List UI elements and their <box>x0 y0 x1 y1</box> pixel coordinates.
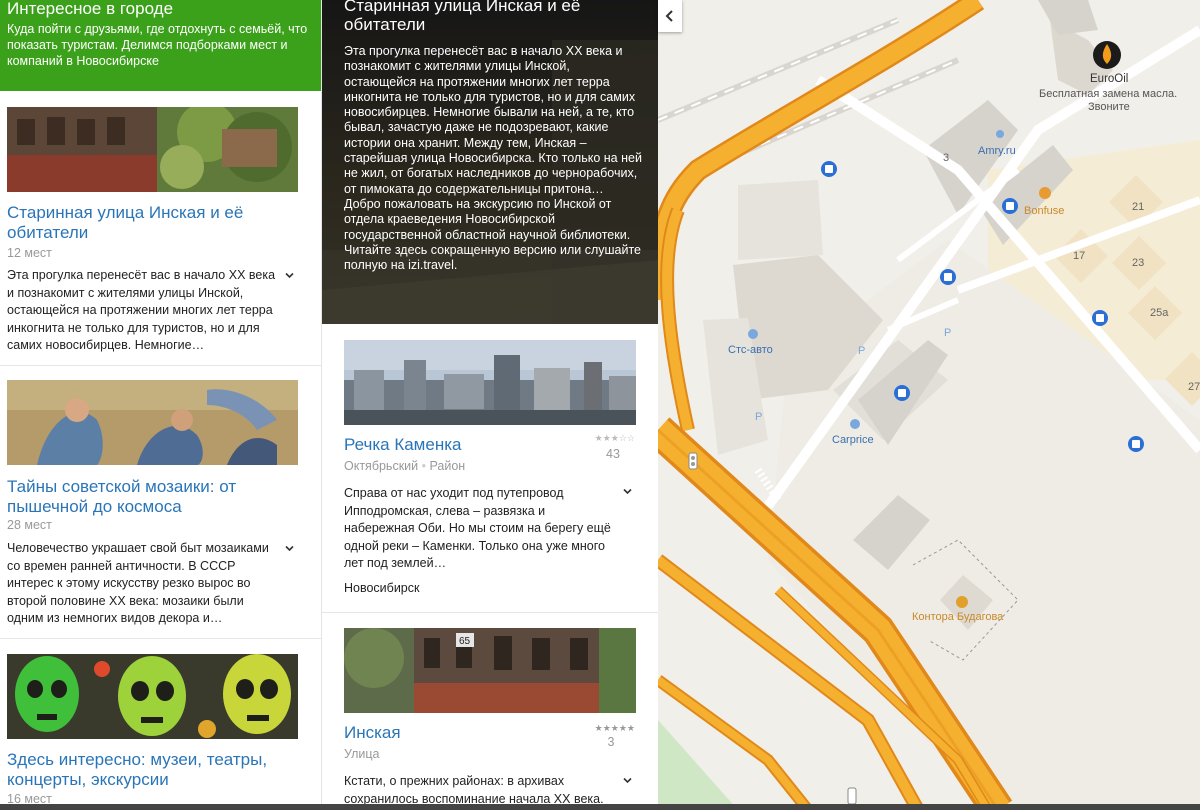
rating-count: 3 <box>607 735 615 749</box>
place-subtitle: Улица <box>344 747 380 761</box>
collection-title[interactable]: Старинная улица Инская и её обитатели <box>7 203 292 243</box>
house-number: 17 <box>1073 250 1086 262</box>
divider <box>0 638 321 639</box>
collapse-panel-button[interactable] <box>658 0 682 32</box>
place-photo[interactable]: 65 <box>344 628 636 713</box>
house-number: 27 <box>1188 381 1200 393</box>
place-description: Кстати, о прежних районах: в архивах сох… <box>344 774 604 806</box>
poi-label-eurooil[interactable]: EuroOil <box>1090 73 1128 85</box>
collection-description: Эта прогулка перенесёт вас в начало XX в… <box>7 268 276 352</box>
house-sign-number: 65 <box>459 636 471 647</box>
rating-stars: ★★★☆☆ <box>594 433 635 443</box>
city-header-title: Интересное в городе <box>7 0 174 18</box>
house-number: 3 <box>943 152 950 164</box>
collection-hero: Старинная улица Инская и её обитатели Эт… <box>322 0 659 324</box>
city-header: Интересное в городе Куда пойти с друзьям… <box>0 0 321 91</box>
rating-count: 43 <box>606 447 620 461</box>
house-number: 23 <box>1132 257 1145 269</box>
chevron-down-icon[interactable] <box>285 544 294 553</box>
collection-hero-title: Старинная улица Инская и её обитатели <box>344 0 581 34</box>
house-number: 25а <box>1150 307 1169 319</box>
poi-label-amry[interactable]: Amry.ru <box>978 145 1016 157</box>
divider <box>0 365 321 366</box>
chevron-down-icon[interactable] <box>623 776 632 785</box>
place-city: Новосибирск <box>344 581 420 595</box>
poi-label-budagov[interactable]: Контора Будагова <box>912 611 1003 623</box>
poi-sub-eurooil-2: Звоните <box>1088 101 1130 113</box>
rating-stars: ★★★★★ <box>594 723 635 733</box>
city-header-subtitle: Куда пойти с друзьями, где отдохнуть с с… <box>7 22 308 68</box>
collection-hero-description: Эта прогулка перенесёт вас в начало XX в… <box>344 44 642 273</box>
collection-place-count: 28 мест <box>7 518 52 532</box>
horizontal-scrollbar[interactable] <box>0 804 1200 810</box>
chevron-down-icon[interactable] <box>285 271 294 280</box>
poi-label-carprice[interactable]: Carprice <box>832 434 874 446</box>
place-type: Район <box>429 459 466 473</box>
place-title[interactable]: Речка Каменка <box>344 435 461 455</box>
collection-title[interactable]: Тайны советской мозаики: от пышечной до … <box>7 477 292 517</box>
chevron-left-icon <box>665 10 673 22</box>
parking-label: P <box>858 345 866 357</box>
map-view[interactable]: EuroOil Бесплатная замена масла. Звоните… <box>658 0 1200 810</box>
place-card[interactable]: Речка Каменка Октябрьский • Район ★★★☆☆ … <box>322 324 659 613</box>
parking-label: P <box>944 327 952 339</box>
parking-label: P <box>755 411 763 423</box>
place-title[interactable]: Инская <box>344 723 401 743</box>
place-photo[interactable] <box>344 340 636 425</box>
place-district: Октябрьский <box>344 459 419 473</box>
poi-sub-eurooil: Бесплатная замена масла. <box>1039 88 1178 100</box>
collection-thumbnail[interactable] <box>7 107 298 192</box>
collection-place-count: 12 мест <box>7 246 52 260</box>
house-number: 21 <box>1132 201 1145 213</box>
collection-list: Старинная улица Инская и её обитатели 12… <box>0 91 321 810</box>
place-card[interactable]: 65 Инская Улица ★★★★★ 3 Кстати, о прежни… <box>322 612 659 810</box>
collection-thumbnail[interactable] <box>7 654 298 739</box>
place-subtitle: Октябрьский • Район <box>344 459 465 473</box>
dot-separator: • <box>421 459 427 473</box>
collection-detail-panel: Старинная улица Инская и её обитатели Эт… <box>321 0 659 810</box>
collection-thumbnail[interactable] <box>7 380 298 465</box>
collection-description: Человечество украшает свой быт мозаиками… <box>7 541 269 625</box>
poi-label-sts-avto[interactable]: Стс-авто <box>728 344 773 356</box>
poi-label-bonfuse[interactable]: Bonfuse <box>1024 205 1064 217</box>
map-canvas[interactable] <box>658 0 1200 810</box>
collection-title[interactable]: Здесь интересно: музеи, театры, концерты… <box>7 750 292 790</box>
place-description: Справа от нас уходит под путепровод Иппо… <box>344 486 611 570</box>
chevron-down-icon[interactable] <box>623 487 632 496</box>
